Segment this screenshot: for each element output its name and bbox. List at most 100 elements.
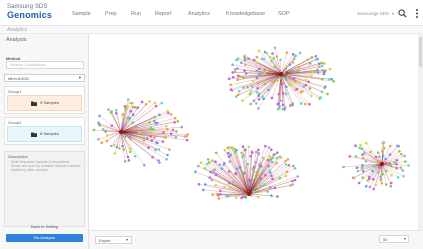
graph-node[interactable] xyxy=(142,136,145,140)
graph-node[interactable] xyxy=(157,148,161,151)
graph-node[interactable] xyxy=(266,158,270,162)
graph-node[interactable] xyxy=(98,114,101,118)
graph-node[interactable] xyxy=(389,164,393,168)
graph-node[interactable] xyxy=(388,153,392,156)
graph-node[interactable] xyxy=(150,127,154,131)
graph-node[interactable] xyxy=(310,56,314,59)
graph-node[interactable] xyxy=(320,61,323,65)
graph-node[interactable] xyxy=(292,77,296,80)
vertical-scrollbar[interactable] xyxy=(418,34,423,230)
graph-node[interactable] xyxy=(286,76,289,79)
graph-node[interactable] xyxy=(279,77,283,80)
graph-node[interactable] xyxy=(285,85,288,89)
graph-node[interactable] xyxy=(214,183,218,187)
graph-node[interactable] xyxy=(129,109,133,113)
graph-node[interactable] xyxy=(257,151,260,155)
graph-node[interactable] xyxy=(285,51,289,54)
graph-node[interactable] xyxy=(359,143,362,147)
graph-node[interactable] xyxy=(194,170,197,173)
graph-node[interactable] xyxy=(332,80,335,83)
graph-node[interactable] xyxy=(254,102,258,105)
graph-node[interactable] xyxy=(131,105,135,109)
graph-node[interactable] xyxy=(118,147,121,150)
graph-node[interactable] xyxy=(222,163,225,167)
graph-node[interactable] xyxy=(371,169,374,173)
graph-node[interactable] xyxy=(236,93,240,97)
method-select[interactable]: Random Compositions xyxy=(6,61,84,69)
graph-node[interactable] xyxy=(272,57,275,60)
graph-node[interactable] xyxy=(361,176,365,179)
graph-node[interactable] xyxy=(121,144,124,148)
graph-node[interactable] xyxy=(403,154,406,158)
graph-node[interactable] xyxy=(268,169,272,172)
graph-node[interactable] xyxy=(276,102,280,106)
graph-node[interactable] xyxy=(310,74,313,78)
graph-node[interactable] xyxy=(149,135,153,138)
graph-node[interactable] xyxy=(234,196,238,199)
graph-node[interactable] xyxy=(379,178,383,182)
network-graph[interactable] xyxy=(89,34,418,230)
graph-node[interactable] xyxy=(275,161,278,165)
graph-node[interactable] xyxy=(378,165,382,169)
nav-prep[interactable]: Prep xyxy=(105,11,117,17)
graph-node[interactable] xyxy=(241,170,244,174)
graph-node[interactable] xyxy=(240,61,243,65)
graph-node[interactable] xyxy=(284,174,288,178)
graph-node[interactable] xyxy=(318,65,321,68)
graph-node[interactable] xyxy=(304,102,307,106)
graph-node[interactable] xyxy=(250,151,254,154)
graph-node[interactable] xyxy=(214,160,217,163)
graph-node[interactable] xyxy=(291,53,295,56)
graph-node[interactable] xyxy=(361,153,364,156)
graph-node[interactable] xyxy=(213,168,216,171)
graph-node[interactable] xyxy=(255,91,259,94)
graph-node[interactable] xyxy=(255,55,259,59)
graph-node[interactable] xyxy=(282,92,285,95)
graph-node[interactable] xyxy=(313,70,317,73)
graph-node[interactable] xyxy=(269,55,272,59)
graph-node[interactable] xyxy=(322,62,326,65)
graph-node[interactable] xyxy=(397,144,401,148)
graph-node[interactable] xyxy=(271,52,274,55)
graph-node[interactable] xyxy=(211,193,214,196)
graph-node[interactable] xyxy=(236,57,240,60)
graph-node[interactable] xyxy=(153,101,157,105)
graph-node[interactable] xyxy=(279,99,282,102)
group-dropzone[interactable]: 8 Samples xyxy=(7,126,82,142)
graph-node[interactable] xyxy=(255,76,258,80)
graph-node[interactable] xyxy=(230,146,233,150)
export-select[interactable]: Export ▾ xyxy=(95,236,132,244)
graph-node[interactable] xyxy=(255,170,258,174)
graph-node[interactable] xyxy=(143,163,146,167)
graph-node[interactable] xyxy=(377,159,381,163)
graph-node[interactable] xyxy=(232,180,235,184)
graph-node[interactable] xyxy=(279,156,283,159)
graph-node[interactable] xyxy=(100,141,103,144)
graph-node[interactable] xyxy=(252,99,256,102)
graph-node[interactable] xyxy=(199,161,203,164)
graph-node[interactable] xyxy=(126,155,130,159)
graph-node[interactable] xyxy=(241,99,244,102)
graph-node[interactable] xyxy=(174,136,178,139)
graph-node[interactable] xyxy=(175,130,178,133)
graph-node[interactable] xyxy=(158,113,161,116)
graph-node[interactable] xyxy=(288,73,291,77)
graph-node[interactable] xyxy=(113,152,117,155)
graph-node[interactable] xyxy=(269,156,272,160)
graph-node[interactable] xyxy=(136,106,139,109)
graph-node[interactable] xyxy=(252,58,256,62)
graph-node[interactable] xyxy=(283,106,287,109)
graph-node[interactable] xyxy=(128,135,131,139)
graph-node[interactable] xyxy=(162,131,165,134)
graph-node[interactable] xyxy=(142,139,146,142)
graph-node[interactable] xyxy=(228,145,231,149)
search-icon[interactable] xyxy=(398,9,407,18)
graph-node[interactable] xyxy=(278,176,282,180)
graph-node[interactable] xyxy=(243,148,247,152)
graph-node[interactable] xyxy=(140,100,144,104)
group-card-2[interactable]: Group2 8 Samples xyxy=(4,117,85,145)
graph-node[interactable] xyxy=(244,63,247,66)
graph-node[interactable] xyxy=(281,107,285,111)
graph-hub-node[interactable] xyxy=(279,72,283,76)
graph-node[interactable] xyxy=(288,63,292,66)
